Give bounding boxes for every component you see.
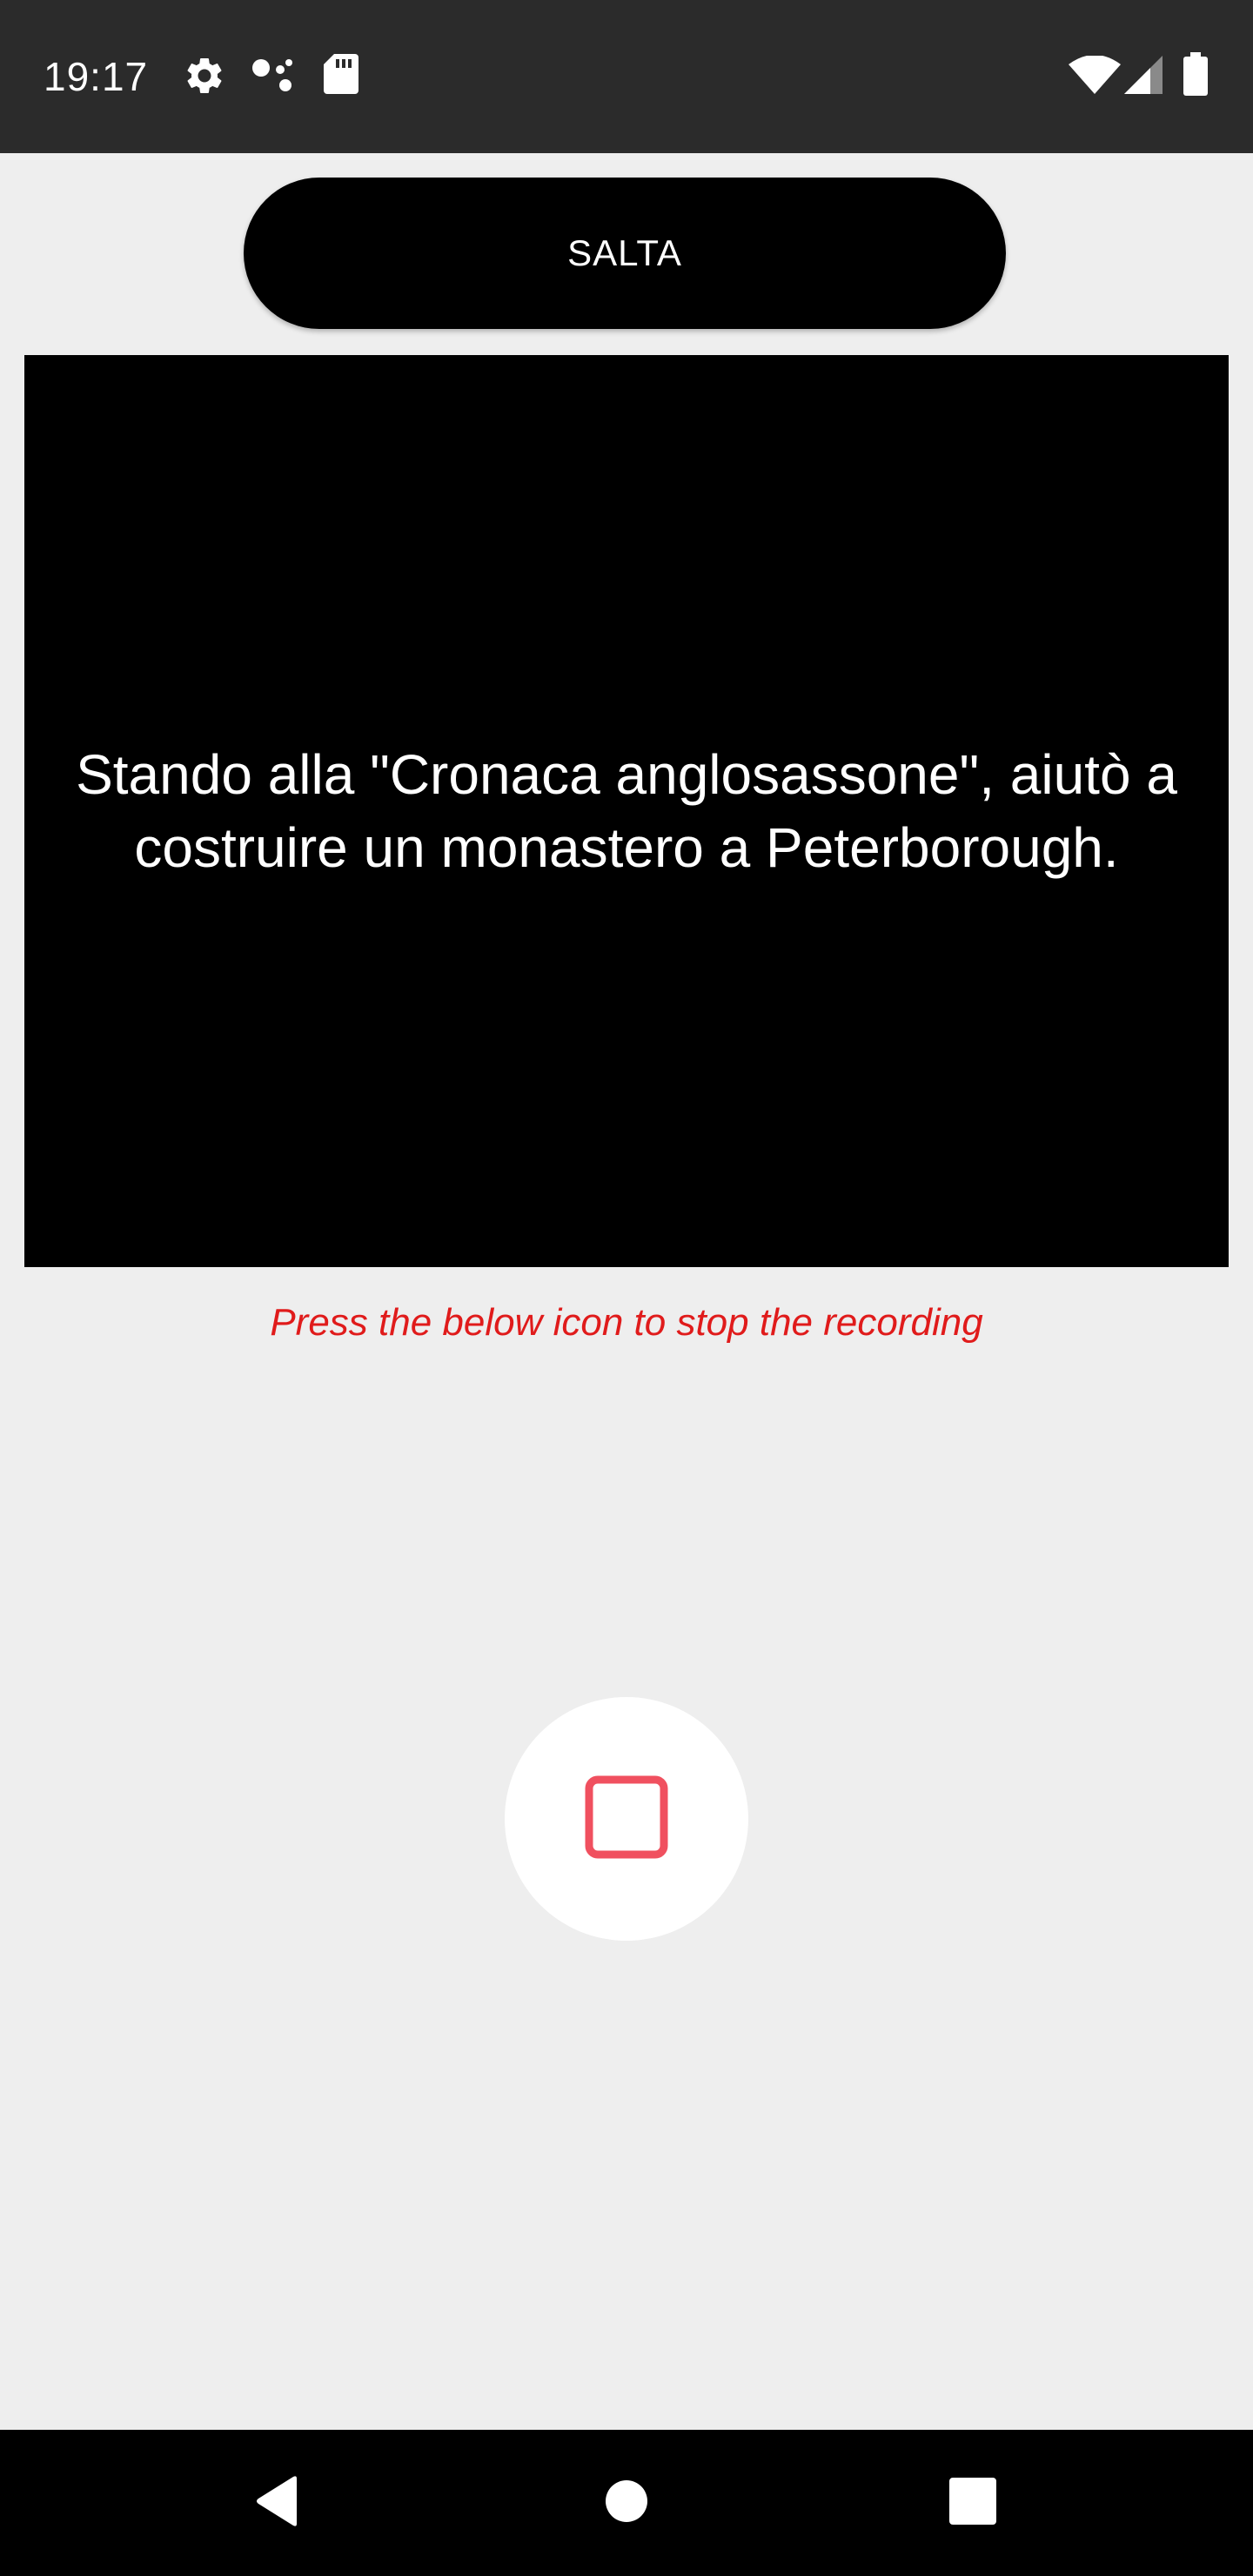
signal-icon: [1124, 56, 1163, 98]
navigation-bar: [0, 2430, 1253, 2576]
instruction-text: Press the below icon to stop the recordi…: [270, 1301, 983, 1344]
battery-icon: [1183, 52, 1208, 100]
gear-icon: [183, 54, 226, 102]
recents-button[interactable]: [929, 2459, 1016, 2546]
home-button[interactable]: [583, 2459, 670, 2546]
assistant-dots-icon: [251, 56, 294, 100]
back-button[interactable]: [233, 2459, 320, 2546]
prompt-text: Stando alla "Cronaca anglosassone", aiut…: [76, 743, 1177, 879]
stop-square-icon: [585, 1775, 668, 1863]
status-time: 19:17: [44, 54, 149, 99]
sd-card-icon: [324, 54, 358, 98]
back-icon: [253, 2475, 300, 2532]
status-bar: 19:17: [0, 0, 1253, 153]
stop-recording-button[interactable]: [505, 1697, 748, 1941]
home-icon: [605, 2479, 648, 2527]
skip-button[interactable]: SALTA: [244, 178, 1006, 329]
recents-icon: [949, 2477, 996, 2529]
wifi-icon: [1069, 55, 1121, 98]
prompt-panel: Stando alla "Cronaca anglosassone", aiut…: [24, 355, 1229, 1267]
